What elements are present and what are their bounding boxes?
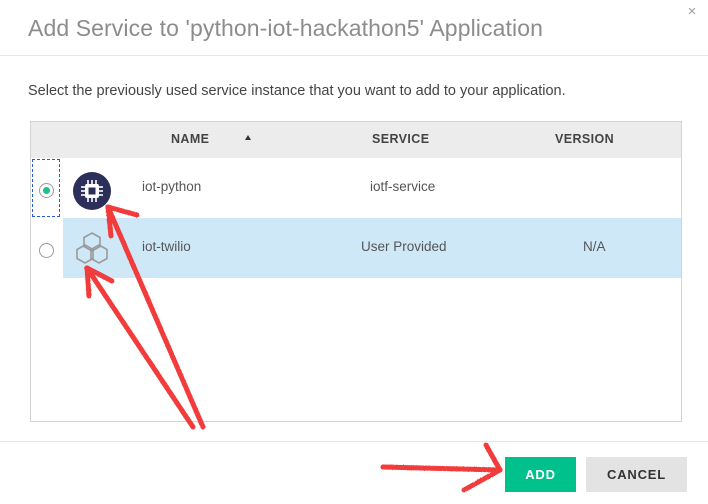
iot-chip-icon [73, 172, 111, 210]
column-header-version[interactable]: VERSION [555, 132, 614, 146]
table-row[interactable]: iot-twilio User Provided N/A [31, 218, 681, 279]
column-header-name[interactable]: NAME [171, 132, 209, 146]
row-select-radio-wrapper[interactable] [32, 219, 60, 277]
header-divider [0, 55, 708, 56]
sort-ascending-icon[interactable] [245, 135, 251, 140]
row-name: iot-python [142, 179, 202, 194]
row-version: N/A [583, 239, 606, 254]
dialog-title: Add Service to 'python-iot-hackathon5' A… [28, 15, 543, 41]
row-service: iotf-service [370, 179, 436, 194]
service-instance-table: NAME SERVICE VERSION iot-python iotf-ser… [30, 121, 682, 422]
cancel-button[interactable]: CANCEL [586, 457, 687, 492]
row-service: User Provided [361, 239, 447, 254]
column-header-service[interactable]: SERVICE [372, 132, 429, 146]
row-select-radio[interactable] [39, 243, 54, 258]
dialog-instructions: Select the previously used service insta… [28, 83, 566, 99]
close-icon[interactable]: × [684, 4, 700, 20]
footer-divider [0, 441, 708, 442]
row-name: iot-twilio [142, 239, 191, 254]
add-service-dialog: Add Service to 'python-iot-hackathon5' A… [0, 0, 708, 504]
table-header: NAME SERVICE VERSION [31, 122, 681, 158]
user-provided-hexagon-icon [76, 232, 108, 264]
row-select-radio-wrapper[interactable] [32, 159, 60, 217]
table-row[interactable]: iot-python iotf-service [31, 158, 681, 219]
add-button[interactable]: ADD [505, 457, 576, 492]
row-select-radio[interactable] [39, 183, 54, 198]
